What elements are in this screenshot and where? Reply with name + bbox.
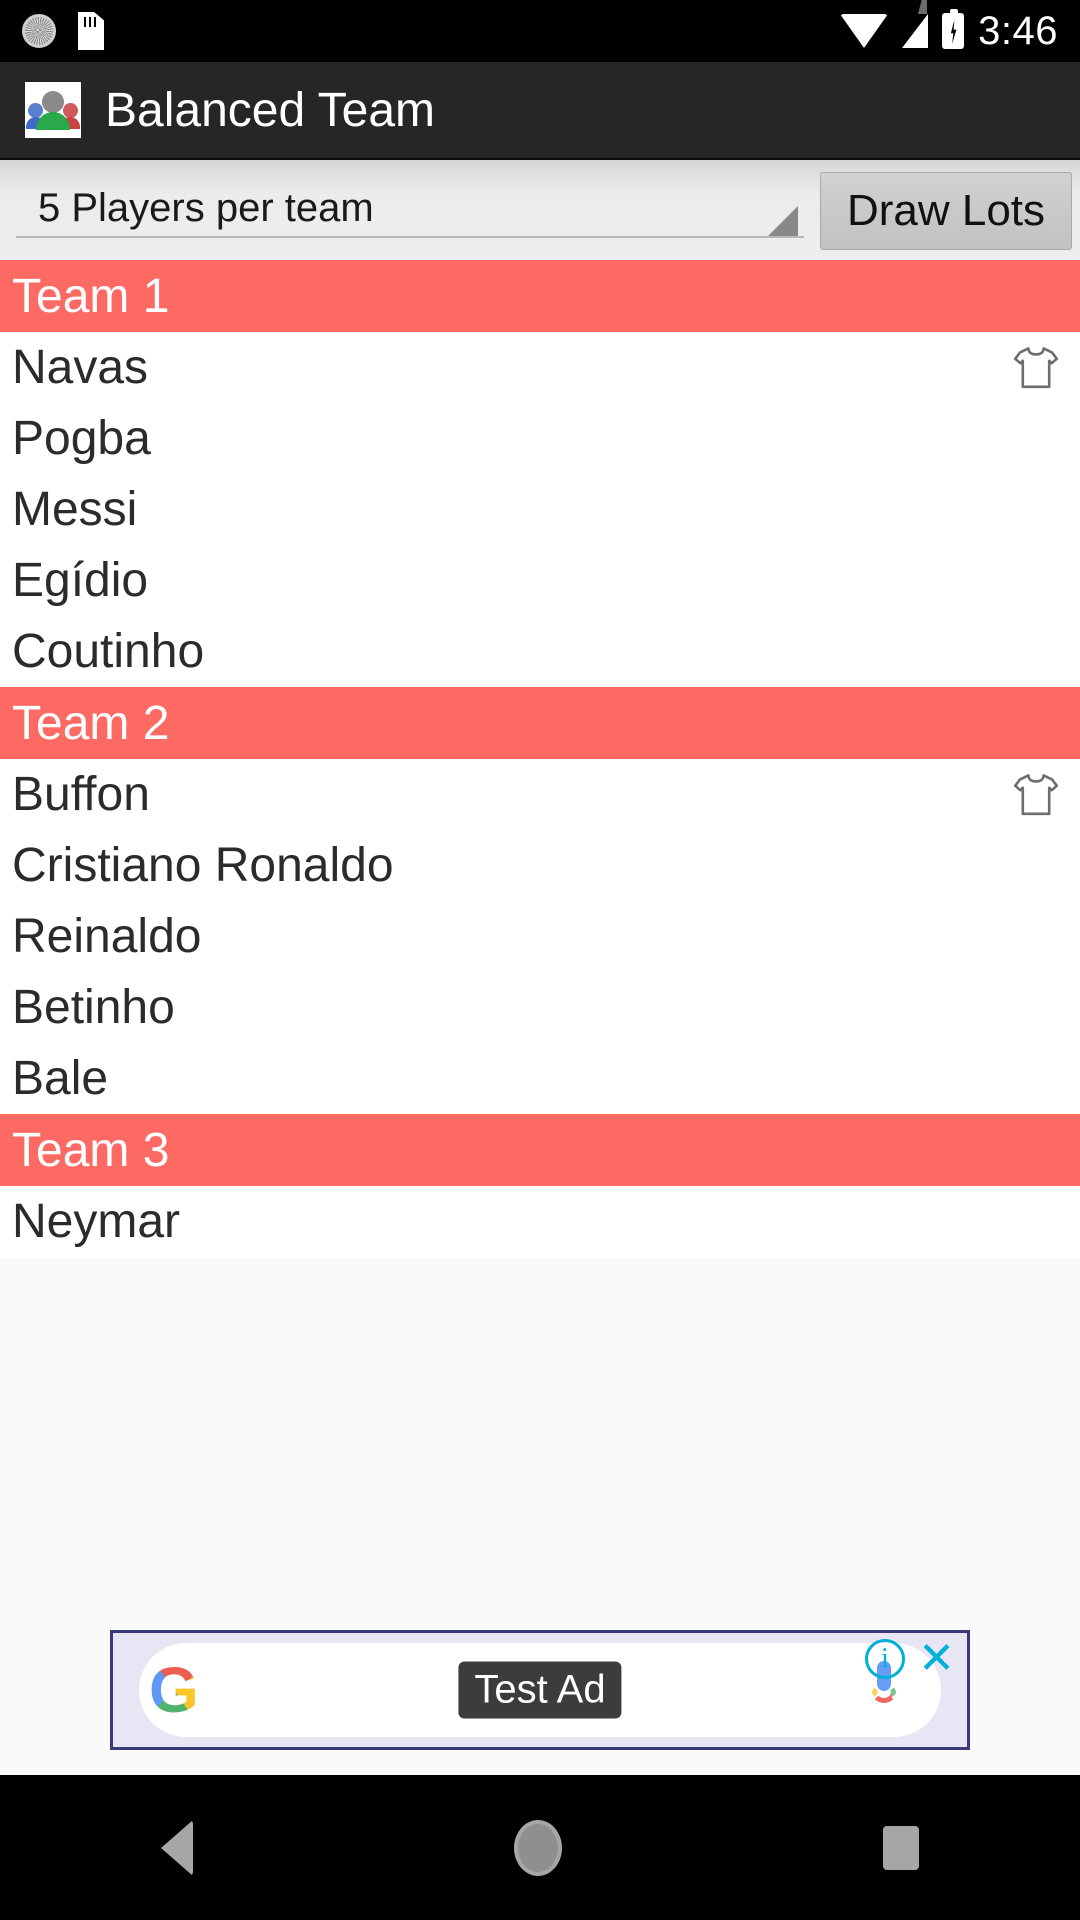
player-name: Buffon — [12, 768, 150, 821]
draw-lots-button[interactable]: Draw Lots — [820, 172, 1072, 250]
sd-card-icon — [78, 12, 104, 50]
player-name: Neymar — [12, 1195, 181, 1248]
player-row[interactable]: Egídio — [0, 545, 1080, 616]
status-bar: 3:46 — [0, 0, 1080, 62]
players-per-team-spinner[interactable]: 5 Players per team — [8, 168, 812, 248]
player-name: Cristiano Ronaldo — [12, 839, 394, 892]
android-nav-bar — [0, 1775, 1080, 1920]
status-bar-clock: 3:46 — [978, 8, 1058, 53]
player-row[interactable]: Navas — [0, 332, 1080, 403]
player-name: Navas — [12, 341, 149, 394]
spinner-underline — [16, 236, 804, 238]
group-people-icon — [25, 82, 81, 138]
player-name: Reinaldo — [12, 910, 202, 963]
google-g-logo: G — [149, 1654, 199, 1726]
signal-icon — [902, 0, 929, 48]
phone-screen: 3:46 Balanced Team 5 Players per team Dr… — [0, 0, 1080, 1920]
team-header: Team 3 — [0, 1114, 1080, 1186]
close-icon[interactable]: ✕ — [918, 1637, 955, 1681]
player-row[interactable]: Bale — [0, 1043, 1080, 1114]
status-bar-right-icons: 3:46 — [840, 0, 1058, 54]
recents-square-icon[interactable] — [883, 1825, 920, 1870]
ad-container: G Test Ad i ✕ — [0, 1605, 1080, 1775]
player-name: Betinho — [12, 981, 175, 1034]
team-header: Team 2 — [0, 687, 1080, 759]
player-name: Coutinho — [12, 625, 205, 678]
home-circle-icon[interactable] — [513, 1819, 562, 1876]
wifi-icon — [840, 14, 889, 48]
player-row[interactable]: Cristiano Ronaldo — [0, 830, 1080, 901]
player-name: Egídio — [12, 554, 149, 607]
info-icon[interactable]: i — [865, 1639, 905, 1679]
player-row[interactable]: Neymar — [0, 1186, 1080, 1257]
app-bar: Balanced Team — [0, 62, 1080, 160]
goalkeeper-shirt-icon — [1013, 773, 1059, 815]
battery-charging-icon — [942, 9, 965, 49]
player-name: Bale — [12, 1052, 109, 1105]
spinner-value-label: 5 Players per team — [38, 185, 374, 230]
test-ad-label: Test Ad — [458, 1661, 622, 1719]
player-name: Pogba — [12, 412, 151, 465]
ad-banner[interactable]: G Test Ad i ✕ — [110, 1630, 970, 1750]
player-row[interactable]: Buffon — [0, 759, 1080, 830]
player-row[interactable]: Messi — [0, 474, 1080, 545]
goalkeeper-shirt-icon — [1013, 346, 1059, 388]
player-row[interactable]: Betinho — [0, 972, 1080, 1043]
team-header: Team 1 — [0, 260, 1080, 332]
player-row[interactable]: Coutinho — [0, 616, 1080, 687]
player-row[interactable]: Reinaldo — [0, 901, 1080, 972]
player-row[interactable]: Pogba — [0, 403, 1080, 474]
team-list[interactable]: Team 1 Navas Pogba Messi Egídio Coutinho Team … — [0, 260, 1080, 1605]
controls-row: 5 Players per team Draw Lots — [0, 160, 1080, 260]
player-name: Messi — [12, 483, 138, 536]
back-triangle-icon[interactable] — [160, 1819, 193, 1876]
status-bar-left-icons — [22, 12, 104, 50]
alarm-clock-icon — [22, 14, 56, 48]
app-title: Balanced Team — [105, 83, 435, 137]
